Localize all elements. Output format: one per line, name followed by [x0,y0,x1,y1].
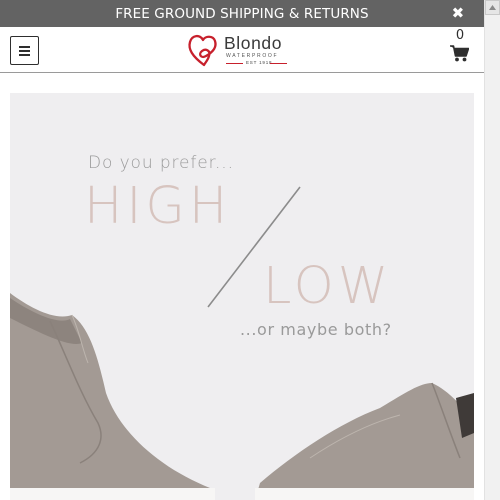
menu-button[interactable] [10,36,39,65]
heart-logo-icon [188,34,217,67]
promo-text: FREE GROUND SHIPPING & RETURNS [115,5,369,22]
hamburger-menu-icon [19,45,30,56]
logo-name: Blondo [224,33,283,53]
promo-banner: FREE GROUND SHIPPING & RETURNS ✖ [0,0,484,27]
cart-count: 0 [455,28,465,43]
hero-answer: ...or maybe both? [240,320,392,339]
logo-established: EST 1918 [246,60,273,65]
scroll-up-arrow-icon[interactable] [485,0,500,15]
vertical-scrollbar[interactable] [484,0,500,500]
site-header: Blondo WATERPROOF EST 1918 0 [0,27,484,73]
brand-logo[interactable]: Blondo WATERPROOF EST 1918 [187,32,299,68]
logo-divider-right [270,63,287,64]
logo-subtitle: WATERPROOF [226,53,279,59]
hero-banner[interactable]: Do you prefer... HIGH LOW ...or maybe bo… [10,93,474,500]
shopping-cart-icon [450,45,469,62]
cart-button[interactable]: 0 [446,28,474,68]
hero-word-low: LOW [263,257,393,316]
hero-question: Do you prefer... [88,153,234,173]
times-icon[interactable]: ✖ [450,5,466,21]
logo-divider-left [226,63,243,64]
